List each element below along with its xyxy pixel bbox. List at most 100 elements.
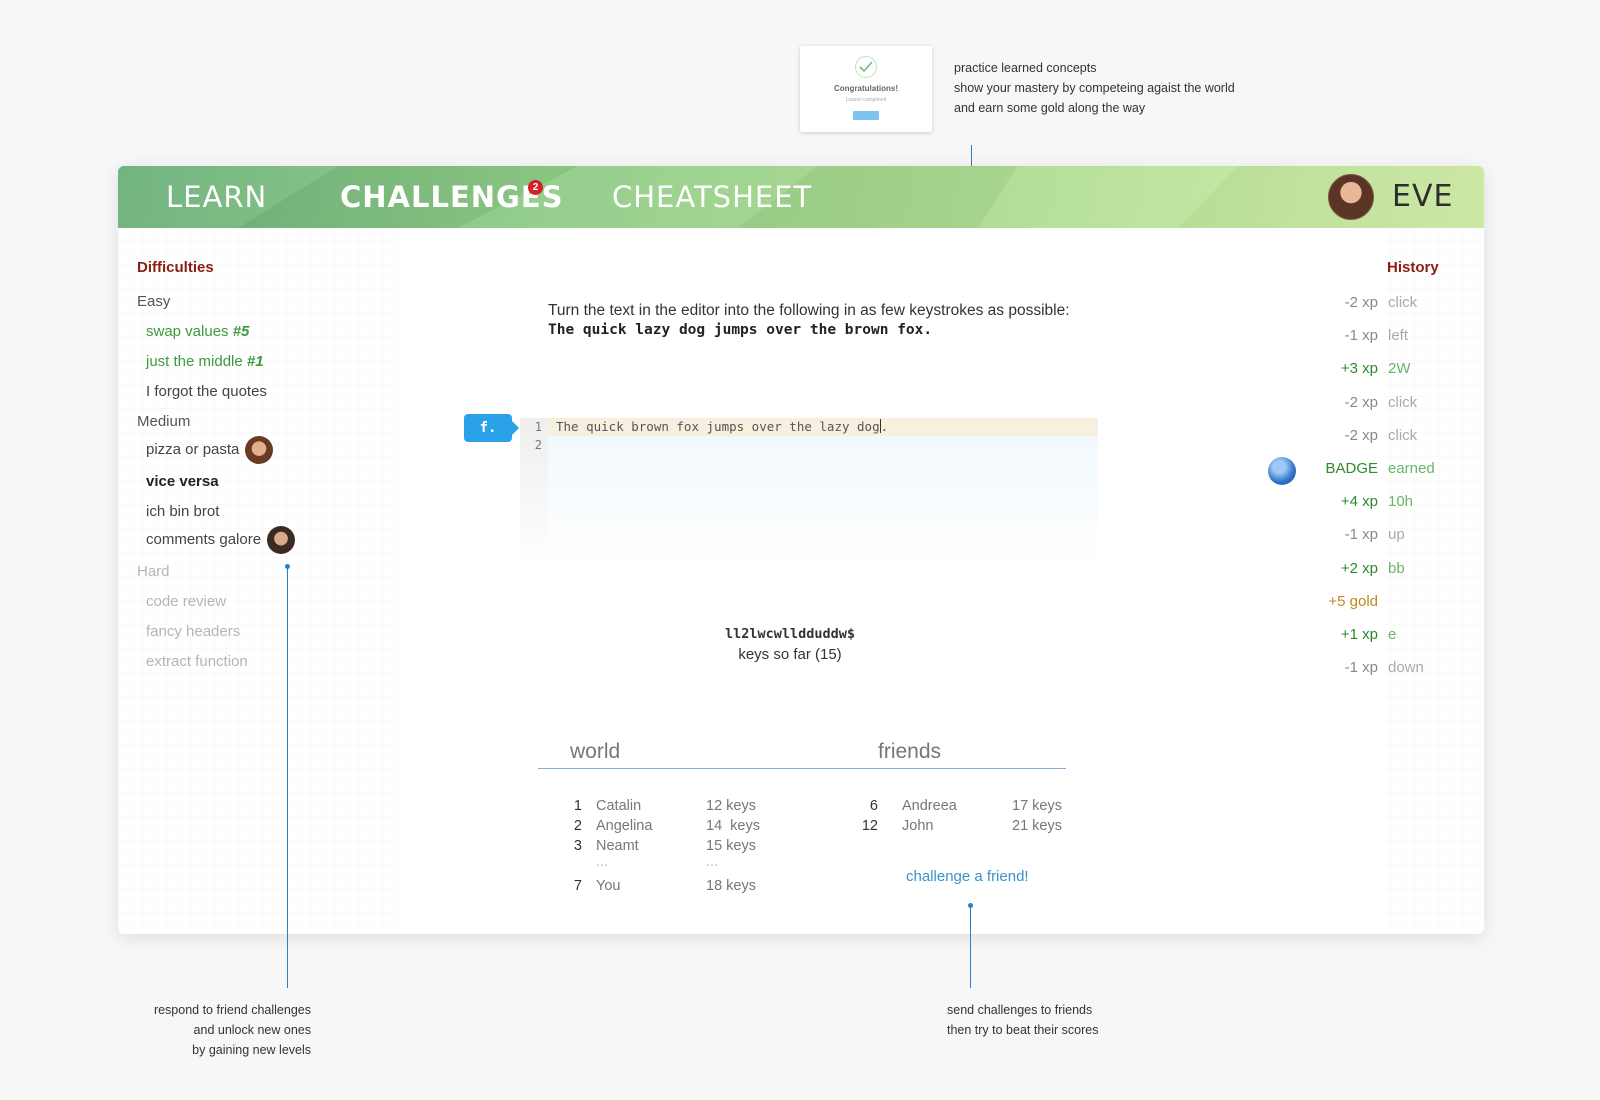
history-action: bb: [1388, 559, 1405, 577]
notification-badge: 2: [528, 180, 543, 195]
history-value: +1 xp: [1340, 626, 1378, 643]
player-name: Angelina: [596, 818, 653, 834]
history-row: -1 xp down: [1248, 659, 1478, 683]
code-line-active[interactable]: The quick brown fox jumps over the lazy …: [548, 418, 1098, 436]
app-window: LEARN CHALLENGES 2 CHEATSHEET EVE Diffic…: [118, 166, 1484, 934]
friend-avatar[interactable]: [267, 526, 296, 554]
history-action: up: [1388, 526, 1405, 544]
level-easy: Easy: [137, 293, 171, 310]
annotation-top: practice learned concepts show your mast…: [954, 58, 1235, 118]
history-value: -1 xp: [1344, 526, 1378, 544]
history-action: click: [1388, 426, 1418, 444]
history-title: History: [1387, 259, 1439, 276]
keys-sequence: ll2lwcwlldduddw$: [724, 626, 856, 642]
history-action: 2W: [1388, 360, 1411, 378]
player-name: Neamt: [596, 838, 639, 854]
history-row: -1 xp left: [1248, 327, 1478, 351]
code-editor[interactable]: 1 2 The quick brown fox jumps over the l…: [520, 418, 1098, 566]
history-row: +2 xp bb: [1248, 560, 1478, 584]
history-action: left: [1388, 327, 1409, 345]
check-icon: [855, 56, 877, 78]
history-value: -2 xp: [1344, 426, 1378, 444]
friend-keys: 17 keys: [1012, 798, 1062, 814]
challenge-item[interactable]: pizza or pasta: [146, 436, 274, 464]
challenge-item[interactable]: swap values #5: [146, 323, 249, 340]
challenge-item[interactable]: I forgot the quotes: [146, 383, 267, 400]
annotation-dot: [285, 564, 290, 569]
history-value: -1 xp: [1344, 659, 1378, 677]
history-value: -2 xp: [1344, 294, 1378, 311]
user-avatar[interactable]: [1328, 174, 1374, 220]
history-value: -2 xp: [1344, 393, 1378, 411]
history-action: down: [1388, 659, 1424, 677]
history-row: BADGE earned: [1248, 457, 1478, 485]
annotation-line: respond to friend challenges: [153, 1003, 311, 1017]
history-row: -2 xp click: [1248, 427, 1478, 451]
history-row: +5 gold: [1248, 593, 1478, 617]
challenge-rank: #5: [232, 323, 250, 340]
rank: 6: [869, 798, 878, 814]
vim-mode-tag: f.: [464, 414, 519, 442]
history-row: +3 xp 2W: [1248, 360, 1478, 384]
keys-count: keys so far (15): [738, 646, 842, 663]
history-value: BADGE: [1325, 460, 1378, 477]
difficulties-title: Difficulties: [137, 259, 214, 276]
friend-name: John: [902, 818, 934, 834]
challenge-item-locked: extract function: [146, 653, 248, 670]
challenge-item[interactable]: comments galore: [146, 526, 296, 554]
history-value: -1 xp: [1344, 327, 1378, 345]
annotation-connector: [970, 906, 971, 988]
annotation-line: send challenges to friends: [947, 1003, 1093, 1017]
history-row: +1 xp e: [1248, 626, 1478, 650]
code-text: .: [880, 419, 889, 434]
friend-avatar[interactable]: [245, 436, 274, 464]
rank: 12: [861, 818, 878, 834]
rocket-badge-icon[interactable]: [1268, 457, 1296, 485]
line-number: 2: [534, 438, 542, 452]
top-navigation: LEARN CHALLENGES 2 CHEATSHEET EVE: [118, 166, 1484, 228]
world-leaderboard-title: world: [570, 740, 621, 763]
history-action: click: [1388, 393, 1418, 411]
annotation-connector: [287, 566, 288, 988]
friends-leaderboard-title: friends: [878, 740, 942, 763]
challenge-friend-link[interactable]: challenge a friend!: [906, 868, 1029, 885]
level-hard: Hard: [137, 563, 170, 580]
annotation-line: and unlock new ones: [193, 1023, 311, 1037]
history-action: click: [1388, 294, 1418, 311]
level-medium: Medium: [137, 413, 191, 430]
friend-name: Andreea: [902, 798, 957, 814]
line-gutter: 1 2: [520, 418, 548, 566]
history-action: 10h: [1388, 493, 1414, 511]
challenge-label: comments galore: [146, 530, 262, 548]
player-keys: 15 keys: [706, 838, 756, 854]
challenge-item[interactable]: ich bin brot: [146, 503, 219, 520]
player-name: Catalin: [596, 798, 642, 814]
thumbnail-title: Congratulations!: [834, 84, 898, 93]
player-keys: 12 keys: [706, 798, 756, 814]
challenge-instruction: Turn the text in the editor into the fol…: [548, 302, 1070, 319]
history-row: +4 xp 10h: [1248, 493, 1478, 517]
challenge-label: pizza or pasta: [146, 440, 240, 458]
challenge-label: just the middle: [146, 353, 247, 370]
history-value: +4 xp: [1340, 493, 1378, 511]
annotation-line: show your mastery by competeing agaist t…: [954, 81, 1235, 95]
history-value: +3 xp: [1340, 360, 1378, 378]
rank: 1: [573, 798, 582, 814]
thumbnail-next-button: [853, 111, 879, 120]
history-row: -1 xp up: [1248, 526, 1478, 550]
challenge-item-locked: code review: [146, 593, 227, 610]
challenge-item-active[interactable]: vice versa: [146, 473, 219, 490]
annotation-left: respond to friend challenges and unlock …: [100, 1000, 311, 1060]
rank: 3: [573, 838, 582, 854]
history-action: earned: [1388, 460, 1435, 477]
tab-cheatsheet[interactable]: CHEATSHEET: [612, 180, 812, 214]
tab-learn[interactable]: LEARN: [166, 180, 267, 214]
annotation-dot: [968, 903, 973, 908]
challenge-item[interactable]: just the middle #1: [146, 353, 264, 370]
user-name[interactable]: EVE: [1392, 179, 1453, 214]
annotation-line: then try to beat their scores: [947, 1023, 1099, 1037]
annotation-line: practice learned concepts: [954, 61, 1097, 75]
line-number: 1: [534, 420, 542, 434]
annotation-line: by gaining new levels: [192, 1043, 311, 1057]
player-keys: ...: [706, 854, 719, 870]
